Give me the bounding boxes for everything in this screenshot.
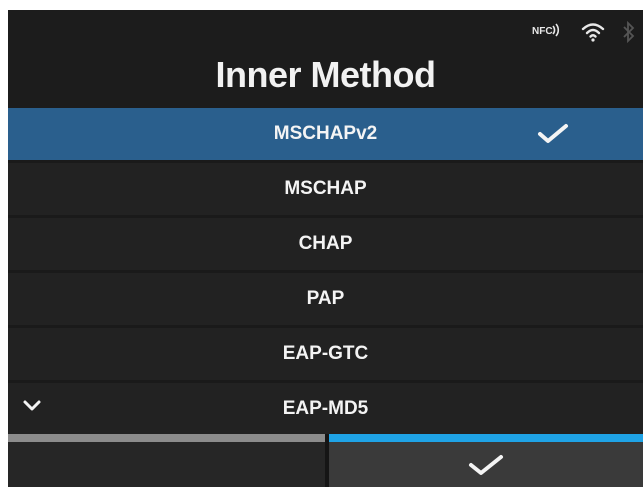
list-item-mschapv2[interactable]: MSCHAPv2 xyxy=(8,108,643,160)
list-item-label: EAP-GTC xyxy=(282,343,369,364)
list-item-eap-md5[interactable]: EAP-MD5 xyxy=(8,383,643,435)
page-title: Inner Method xyxy=(215,54,436,95)
header: NFC Inner Method xyxy=(8,10,643,108)
list-item-label: EAP-MD5 xyxy=(282,398,369,419)
confirm-button[interactable] xyxy=(329,442,643,487)
nfc-icon xyxy=(552,23,560,37)
list-item-pap[interactable]: PAP xyxy=(8,273,643,325)
confirm-button-indicator xyxy=(329,434,643,442)
list-item-chap[interactable]: CHAP xyxy=(8,218,643,270)
nfc-label: NFC xyxy=(532,26,553,37)
chevron-down-icon[interactable] xyxy=(22,399,42,413)
list-item-label: PAP xyxy=(306,288,345,309)
printer-screen: NFC Inner Method MSCHAPv2 MSCHAP CHAP PA… xyxy=(8,10,643,487)
back-button-indicator xyxy=(8,434,325,442)
check-icon xyxy=(538,124,568,143)
list-item-label: MSCHAPv2 xyxy=(273,123,378,144)
list-item-label: CHAP xyxy=(298,233,353,254)
list-item-eap-gtc[interactable]: EAP-GTC xyxy=(8,328,643,380)
back-button[interactable] xyxy=(8,442,325,487)
check-icon xyxy=(469,454,503,475)
bluetooth-icon xyxy=(623,20,635,44)
list-item-label: MSCHAP xyxy=(284,178,367,199)
option-list: MSCHAPv2 MSCHAP CHAP PAP EAP-GTC EAP-MD5 xyxy=(8,108,643,438)
wifi-icon xyxy=(581,23,605,42)
list-item-mschap[interactable]: MSCHAP xyxy=(8,163,643,215)
